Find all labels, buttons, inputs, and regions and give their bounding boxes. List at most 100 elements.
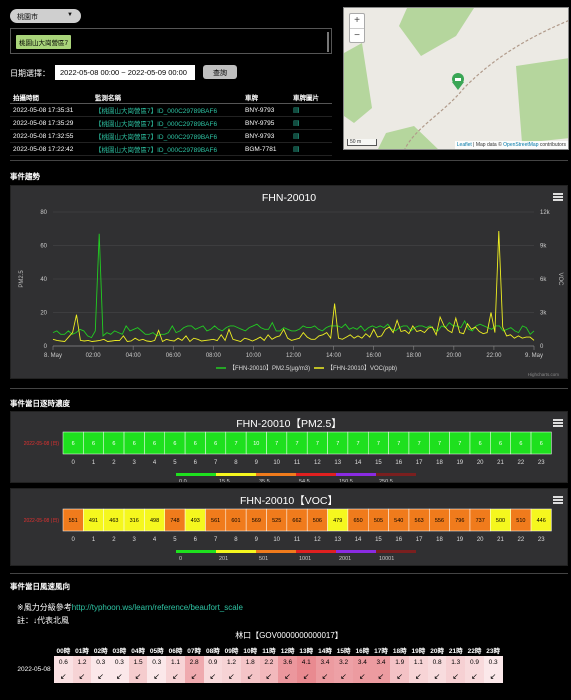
map-park-area: [378, 126, 438, 149]
table-row[interactable]: 2022-05-08 17:35:31 【桃園山大崗營區7】ID_000C2978…: [10, 103, 332, 117]
hour-tick-label: 19: [456, 460, 463, 466]
x-tick-label: 02:00: [86, 353, 102, 359]
wind-speed-cell: 1.2: [222, 656, 241, 669]
y-right-tick-label: 3k: [540, 311, 547, 317]
wind-note: 註：↓代表北風: [17, 616, 69, 625]
event-site-link[interactable]: 【桃園山大崗營區7】ID_000C29789BAF6: [92, 103, 242, 117]
series-line-1: [52, 230, 535, 343]
heatmap-cell-value: 650: [353, 518, 362, 524]
map-zoom-control[interactable]: + −: [349, 13, 365, 43]
heatmap-cell-value: 498: [150, 518, 159, 524]
x-tick-label: 08:00: [206, 353, 222, 359]
map[interactable]: + − 50 m Leaflet | Map data © OpenStreet…: [343, 7, 569, 150]
wind-arrow-icon: ↙: [128, 669, 148, 683]
wind-hour-header: 02時: [93, 648, 108, 655]
heatmap-cell-value: 6: [112, 441, 115, 447]
wind-speed-cell: 1.8: [240, 656, 260, 669]
color-scale-label: 0: [179, 556, 182, 562]
color-scale-segment: [336, 473, 376, 476]
zoom-in-button[interactable]: +: [350, 14, 364, 28]
table-row[interactable]: 2022-05-08 17:22:42 【桃園山大崗營區7】ID_000C2978…: [10, 142, 332, 156]
wind-arrow-icon: ↙: [409, 669, 428, 683]
osm-link[interactable]: OpenStreetMap: [503, 142, 538, 148]
plate-image-icon[interactable]: ▤: [290, 129, 332, 143]
heatmap-cell-value: 7: [458, 441, 461, 447]
y-tick-label: 0: [44, 344, 48, 350]
event-site-link[interactable]: 【桃園山大崗營區7】ID_000C29789BAF6: [92, 129, 242, 143]
zoom-out-button[interactable]: −: [350, 28, 364, 42]
wind-speed-cell: 0.3: [110, 656, 129, 669]
heatmap-cell-value: 7: [377, 441, 380, 447]
hour-tick-label: 16: [395, 460, 402, 466]
heatmap-cell-value: 796: [455, 518, 464, 524]
wind-speed-cell: 3.2: [334, 656, 353, 669]
hour-tick-label: 6: [194, 460, 198, 466]
date-range-input[interactable]: 2022-05-08 00:00 ~ 2022-05-09 00:00: [55, 65, 195, 80]
wind-hour-header: 14時: [318, 648, 332, 655]
heatmap-cell-value: 463: [109, 518, 118, 524]
hour-tick-label: 23: [538, 537, 545, 543]
color-scale-label: 2001: [339, 556, 351, 562]
color-scale-segment: [256, 473, 296, 476]
wind-arrow-icon: ↙: [371, 669, 391, 683]
x-tick-label: 12:00: [286, 353, 302, 359]
color-scale-label: 1001: [299, 556, 311, 562]
wind-arrow-icon: ↙: [390, 669, 410, 683]
legend-item[interactable]: 【FHN-20010】PM2.5(μg/m3): [229, 365, 310, 372]
y-right-tick-label: 0: [540, 344, 544, 350]
color-scale-label: 10001: [379, 556, 394, 562]
hour-tick-label: 2: [112, 537, 116, 543]
hour-tick-label: 6: [194, 537, 198, 543]
legend-item[interactable]: 【FHN-20010】VOC(ppb): [327, 365, 397, 372]
heatmap-cell-value: 6: [499, 441, 502, 447]
city-select[interactable]: 桃園市 ▼: [10, 9, 81, 23]
site-list-scrollbar[interactable]: [327, 32, 329, 52]
heatmap-cell-value: 540: [394, 518, 403, 524]
color-scale-segment: [176, 473, 216, 476]
plate-image-icon[interactable]: ▤: [290, 142, 332, 156]
hour-tick-label: 15: [375, 460, 382, 466]
wind-speed-cell: 0.3: [91, 656, 111, 669]
query-button[interactable]: 查詢: [203, 65, 237, 79]
wind-hour-header: 08時: [205, 648, 220, 655]
plate-image-icon[interactable]: ▤: [290, 116, 332, 130]
wind-hour-header: 05時: [149, 648, 164, 655]
events-table: 拍攝時間 監測名稱 車牌 車牌圖片 2022-05-08 17:35:31 【桃園…: [10, 91, 332, 156]
x-tick-label: 14:00: [326, 353, 342, 359]
leaflet-link[interactable]: Leaflet: [457, 142, 472, 148]
heatmap-cell-value: 491: [89, 518, 98, 524]
color-scale-segment: [176, 550, 216, 553]
x-tick-label: 8. May: [44, 353, 62, 359]
plate-image-icon[interactable]: ▤: [290, 103, 332, 117]
event-site-link[interactable]: 【桃園山大崗營區7】ID_000C29789BAF6: [92, 116, 242, 130]
event-site-link[interactable]: 【桃園山大崗營區7】ID_000C29789BAF6: [92, 142, 242, 156]
hour-tick-label: 5: [173, 460, 177, 466]
heatmap-cell-value: 6: [479, 441, 482, 447]
hour-tick-label: 0: [72, 537, 76, 543]
col-time: 拍攝時間: [10, 91, 92, 104]
chart-credit: Highcharts.com: [528, 372, 560, 377]
site-list[interactable]: 桃園山大崗營區7: [10, 28, 332, 54]
trend-section-title: 事件趨勢: [10, 172, 40, 181]
wind-speed-cell: 4.1: [296, 656, 316, 669]
hour-tick-label: 4: [153, 460, 157, 466]
wind-speed-row: 2022-05-08 0.6 1.2 0.3 0.3 1.5 0.3 1.1 2.8 0.9 1.2…: [14, 656, 503, 683]
x-tick-label: 16:00: [366, 353, 382, 359]
heatmap-cell-value: 551: [69, 518, 78, 524]
wind-section-title: 事件當日風速風向: [10, 582, 70, 591]
table-row[interactable]: 2022-05-08 17:32:55 【桃園山大崗營區7】ID_000C2978…: [10, 129, 332, 143]
site-tag[interactable]: 桃園山大崗營區7: [16, 35, 72, 49]
hour-tick-label: 5: [173, 537, 177, 543]
heatmap-cell-value: 510: [516, 518, 525, 524]
heatmap-cell-value: 6: [92, 441, 95, 447]
wind-table-title: 林口【GOV0000000000017】: [235, 631, 343, 640]
heatmap-cell-value: 10: [253, 441, 259, 447]
wind-hour-header: 03時: [112, 648, 127, 655]
map-canvas[interactable]: [344, 8, 569, 150]
y-right-tick-label: 6k: [540, 277, 547, 283]
wind-hour-header: 10時: [243, 648, 258, 655]
beaufort-link[interactable]: http://typhoon.ws/learn/reference/beaufo…: [72, 603, 243, 612]
table-row[interactable]: 2022-05-08 17:35:29 【桃園山大崗營區7】ID_000C2978…: [10, 116, 332, 130]
hour-tick-label: 3: [133, 537, 137, 543]
color-scale-label: 15.5: [219, 479, 230, 482]
